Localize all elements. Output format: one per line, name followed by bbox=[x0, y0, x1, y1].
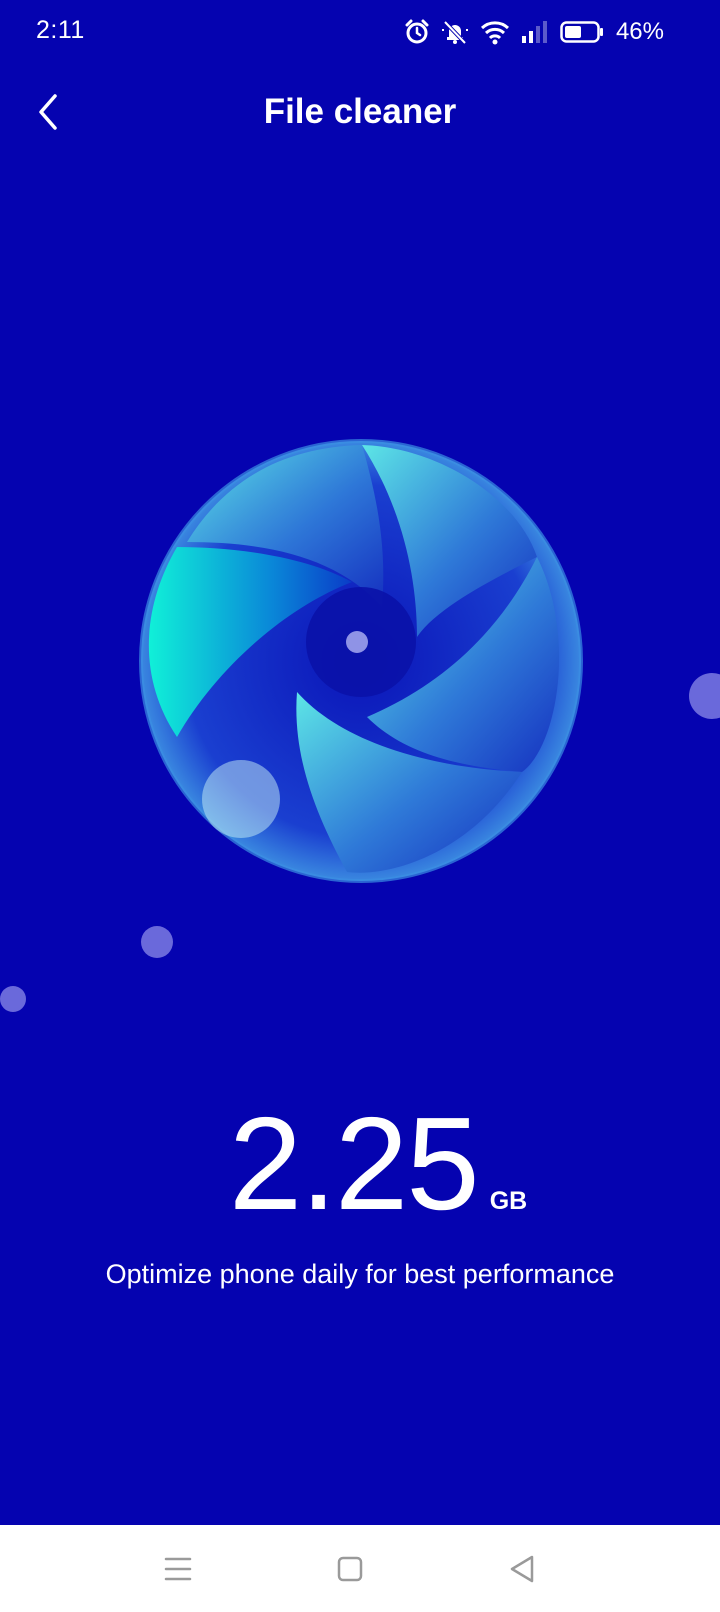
decorative-bubble bbox=[0, 986, 26, 1012]
nav-home-button[interactable] bbox=[328, 1547, 372, 1591]
storage-unit: GB bbox=[489, 1187, 528, 1215]
page-title: File cleaner bbox=[263, 92, 457, 131]
header: File cleaner bbox=[0, 66, 720, 166]
optimize-hint: Optimize phone daily for best performanc… bbox=[105, 1259, 615, 1289]
battery-icon bbox=[560, 20, 604, 44]
back-icon bbox=[510, 1555, 534, 1583]
cleaner-swirl-graphic bbox=[139, 439, 583, 883]
storage-readout: 2.25 GB bbox=[0, 1090, 720, 1237]
decorative-bubble bbox=[141, 926, 173, 958]
file-cleaner-screen: 2:11 46% File cleaner 2.25 GB Optimize p… bbox=[0, 0, 720, 1525]
nav-menu-button[interactable] bbox=[156, 1547, 200, 1591]
alarm-icon bbox=[404, 19, 430, 45]
system-nav-bar bbox=[0, 1525, 720, 1612]
wifi-icon bbox=[480, 19, 510, 45]
signal-icon bbox=[520, 19, 550, 45]
decorative-bubble bbox=[689, 673, 720, 719]
status-icons: 46% bbox=[404, 14, 664, 50]
decorative-bubble bbox=[202, 760, 280, 838]
status-time: 2:11 bbox=[36, 16, 85, 44]
menu-icon bbox=[164, 1557, 192, 1581]
nav-back-button[interactable] bbox=[500, 1547, 544, 1591]
battery-percent: 46% bbox=[615, 18, 664, 45]
storage-value: 2.25 bbox=[228, 1090, 480, 1237]
status-bar: 2:11 46% bbox=[0, 0, 720, 66]
home-icon bbox=[337, 1556, 363, 1582]
bell-muted-icon bbox=[440, 19, 470, 45]
